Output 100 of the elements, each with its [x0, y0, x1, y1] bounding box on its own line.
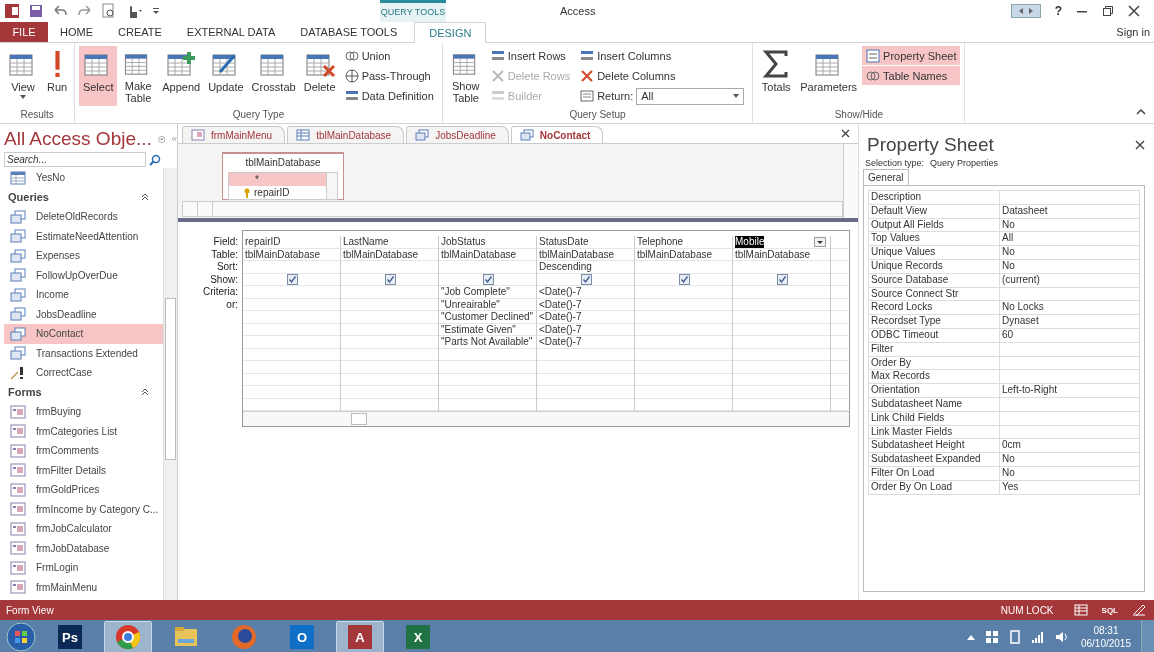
ribbon-button[interactable]: Property Sheet — [862, 46, 961, 65]
show-checkbox[interactable] — [679, 273, 690, 285]
navigation-item[interactable]: frmJobCalculator — [4, 519, 163, 539]
customize-toolbar-icon[interactable] — [152, 6, 160, 16]
table-cell[interactable]: tblMainDatabase — [537, 248, 634, 261]
start-button-icon[interactable] — [6, 622, 36, 652]
navigation-pane-title[interactable]: All Access Obje... — [4, 128, 152, 150]
ribbon-tab[interactable]: CREATE — [106, 22, 174, 42]
ribbon-tab[interactable]: EXTERNAL DATA — [174, 22, 288, 42]
close-icon[interactable] — [1128, 5, 1140, 17]
ribbon-button[interactable]: Crosstab — [248, 46, 299, 106]
property-value[interactable]: Datasheet — [1000, 204, 1139, 218]
property-value[interactable]: Yes — [1000, 480, 1139, 494]
chevron-icon[interactable] — [141, 387, 149, 398]
ribbon-button[interactable]: Delete Columns — [576, 66, 749, 85]
navigation-item[interactable]: frmGoldPrices — [4, 480, 163, 500]
ribbon-tab[interactable]: FILE — [0, 22, 48, 42]
navigation-item[interactable]: NoContact — [4, 324, 163, 344]
property-value[interactable]: 0cm — [1000, 439, 1139, 453]
restore-icon[interactable] — [1102, 5, 1114, 17]
ribbon-button[interactable]: Run — [44, 46, 71, 106]
return-dropdown[interactable]: All — [636, 87, 745, 105]
datasheet-view-icon[interactable] — [1073, 604, 1088, 616]
ribbon-button[interactable]: Union — [340, 46, 438, 65]
tray-arrow-icon[interactable] — [966, 634, 975, 640]
navigation-item[interactable]: DeleteOldRecords — [4, 207, 163, 227]
ribbon-button[interactable]: Select — [79, 46, 118, 106]
ribbon-button[interactable]: Update — [205, 46, 247, 106]
property-value[interactable]: No Locks — [1000, 301, 1139, 315]
document-tab[interactable]: NoContact — [510, 126, 604, 143]
device-icon[interactable] — [1008, 630, 1021, 644]
navigation-item[interactable]: frmIncome by Category C... — [4, 499, 163, 519]
design-view-icon[interactable] — [1132, 604, 1146, 616]
show-checkbox[interactable] — [385, 273, 396, 285]
show-checkbox[interactable] — [777, 273, 788, 285]
clock-date[interactable]: 06/10/2015 — [1080, 637, 1131, 650]
ribbon-tab[interactable]: DESIGN — [414, 22, 487, 43]
ribbon-tab[interactable]: HOME — [48, 22, 105, 42]
navigation-item[interactable]: Income — [4, 285, 163, 305]
field-cell[interactable]: Mobile — [733, 236, 830, 249]
close-icon[interactable] — [1135, 140, 1145, 150]
property-value[interactable]: No — [1000, 453, 1139, 466]
signal-icon[interactable] — [1030, 631, 1045, 643]
close-icon[interactable] — [841, 129, 850, 138]
navigation-item[interactable]: frmMainMenu — [4, 577, 163, 597]
table-cell[interactable]: tblMainDatabase — [341, 248, 438, 261]
navigation-item[interactable]: YesNo — [4, 168, 163, 188]
pane-splitter[interactable] — [178, 218, 858, 222]
search-field[interactable]: Search... — [4, 152, 146, 167]
vertical-scrollbar[interactable] — [163, 168, 177, 600]
property-value[interactable]: No — [1000, 260, 1139, 273]
help-button[interactable]: ? — [1054, 4, 1062, 18]
ribbon-button[interactable]: Delete — [300, 46, 339, 106]
taskbar-app[interactable]: X — [394, 621, 442, 652]
horizontal-scrollbar[interactable] — [243, 412, 849, 426]
navigation-item[interactable]: frmJobDatabase — [4, 538, 163, 558]
table-cell[interactable]: tblMainDatabase — [439, 248, 536, 261]
property-value[interactable]: No — [1000, 466, 1139, 480]
show-checkbox[interactable] — [483, 273, 494, 285]
navigation-item[interactable]: frmBuying — [4, 402, 163, 422]
ribbon-button[interactable]: Insert Columns — [576, 46, 749, 65]
document-tab[interactable]: frmMainMenu — [182, 126, 286, 143]
property-value[interactable]: 60 — [1000, 328, 1139, 342]
property-value[interactable]: Dynaset — [1000, 315, 1139, 328]
taskbar-app[interactable] — [104, 621, 152, 652]
ribbon-button[interactable]: Parameters — [797, 46, 861, 106]
ribbon-button[interactable]: View — [4, 46, 42, 106]
table-cell[interactable]: tblMainDatabase — [635, 248, 732, 261]
sign-in-link[interactable]: Sign in — [1116, 22, 1154, 42]
navigation-item[interactable]: EstimateNeedAttention — [4, 226, 163, 246]
ribbon-button[interactable]: Table Names — [862, 66, 961, 85]
navigation-group-header[interactable]: Queries — [4, 187, 163, 207]
ribbon-button[interactable]: Make Table — [119, 46, 158, 106]
collapse-pane-icon[interactable] — [171, 134, 177, 144]
property-value[interactable]: (current) — [1000, 273, 1139, 287]
table-cell[interactable]: tblMainDatabase — [243, 248, 340, 261]
show-checkbox[interactable] — [287, 273, 298, 285]
field-list-scrollbar[interactable] — [326, 173, 337, 199]
criteria-cell[interactable]: <Date()-7 — [537, 311, 634, 324]
collapse-ribbon-icon[interactable] — [1136, 109, 1146, 115]
navigation-item[interactable]: frmComments — [4, 441, 163, 461]
field-cell[interactable]: LastName — [341, 236, 438, 249]
ribbon-tab[interactable]: DATABASE TOOLS — [288, 22, 410, 42]
ribbon-button[interactable]: Append — [159, 46, 204, 106]
navigation-item[interactable]: FollowUpOverDue — [4, 265, 163, 285]
horizontal-scrollbar[interactable] — [182, 201, 843, 217]
save-icon[interactable] — [29, 4, 43, 18]
navigation-item[interactable]: FrmLogin — [4, 558, 163, 578]
criteria-cell[interactable]: <Date()-7 — [537, 336, 634, 349]
navigation-group-header[interactable]: Forms — [4, 382, 163, 402]
taskbar-app[interactable]: O — [278, 621, 326, 652]
chevron-icon[interactable] — [141, 192, 149, 203]
criteria-cell[interactable]: "Unreairable" — [439, 298, 536, 311]
navigation-item[interactable]: CorrectCase — [4, 363, 163, 383]
field-cell[interactable]: StatusDate — [537, 236, 634, 249]
document-tab[interactable]: JobsDeadline — [406, 126, 509, 143]
sql-view-button[interactable]: SQL — [1101, 605, 1118, 615]
property-value[interactable]: Left-to-Right — [1000, 384, 1139, 397]
navigation-item[interactable]: frmFilter Details — [4, 460, 163, 480]
windows-icon[interactable] — [984, 630, 999, 644]
